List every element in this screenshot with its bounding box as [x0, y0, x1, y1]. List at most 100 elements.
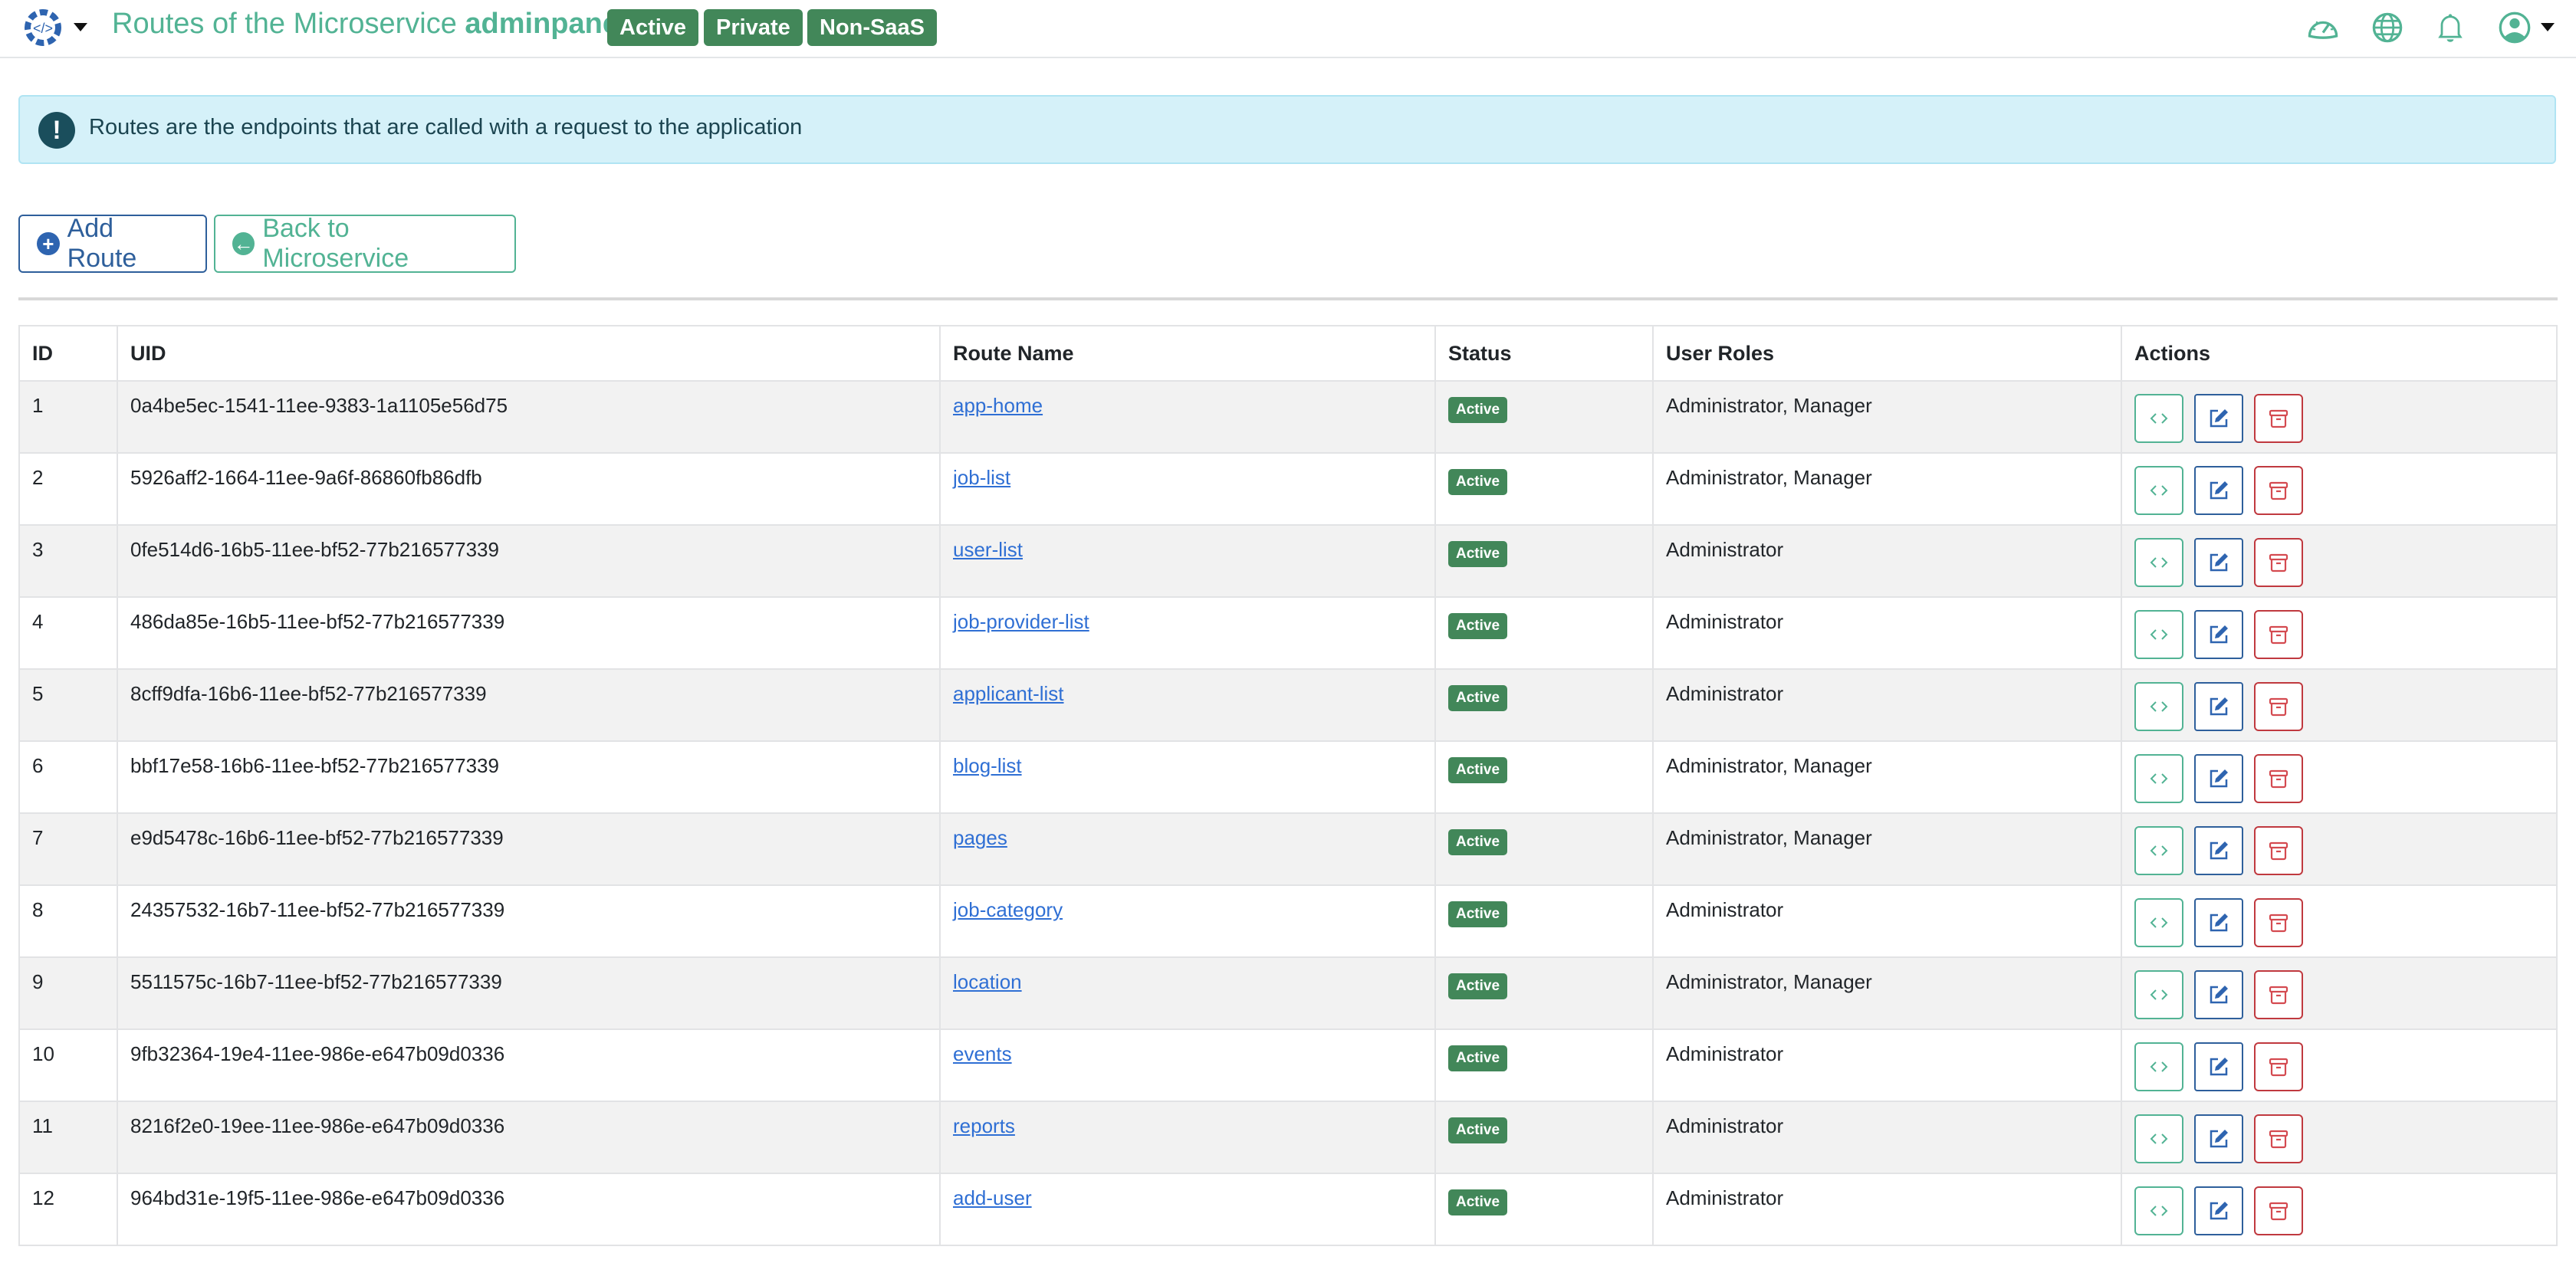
archive-button[interactable]	[2254, 1114, 2303, 1163]
route-name-link[interactable]: location	[953, 970, 1022, 993]
archive-button[interactable]	[2254, 970, 2303, 1019]
view-code-button[interactable]	[2134, 754, 2183, 803]
route-name-link[interactable]: applicant-list	[953, 682, 1064, 705]
cell-status: Active	[1434, 524, 1654, 598]
edit-icon	[2210, 697, 2228, 716]
view-code-button[interactable]	[2134, 394, 2183, 443]
globe-icon[interactable]	[2371, 11, 2404, 44]
view-code-button[interactable]	[2134, 826, 2183, 875]
code-icon	[2150, 413, 2168, 424]
edit-button[interactable]	[2194, 538, 2243, 587]
view-code-button[interactable]	[2134, 1114, 2183, 1163]
view-code-button[interactable]	[2134, 682, 2183, 731]
cell-id: 6	[18, 740, 118, 814]
column-header-route-name[interactable]: Route Name	[939, 325, 1436, 382]
edit-button[interactable]	[2194, 394, 2243, 443]
edit-button[interactable]	[2194, 466, 2243, 515]
cell-actions	[2121, 1028, 2558, 1102]
add-route-button[interactable]: + Add Route	[18, 214, 207, 273]
route-name-link[interactable]: events	[953, 1042, 1012, 1065]
edit-button[interactable]	[2194, 970, 2243, 1019]
view-code-button[interactable]	[2134, 1042, 2183, 1091]
route-name-link[interactable]: pages	[953, 826, 1007, 849]
user-avatar-icon[interactable]	[2498, 11, 2532, 44]
edit-button[interactable]	[2194, 1042, 2243, 1091]
route-name-link[interactable]: job-category	[953, 898, 1063, 921]
arrow-left-circle-icon: ←	[232, 232, 255, 255]
divider	[18, 297, 2558, 300]
archive-icon	[2269, 409, 2288, 428]
view-code-button[interactable]	[2134, 898, 2183, 947]
cell-actions	[2121, 452, 2558, 526]
code-icon	[2150, 1061, 2168, 1072]
column-header-status[interactable]: Status	[1434, 325, 1654, 382]
edit-button[interactable]	[2194, 826, 2243, 875]
plus-circle-icon: +	[37, 232, 60, 255]
archive-button[interactable]	[2254, 610, 2303, 659]
route-name-link[interactable]: reports	[953, 1114, 1015, 1137]
column-header-id[interactable]: ID	[18, 325, 118, 382]
page-title: Routes of the Microservice adminpanel	[112, 8, 627, 41]
route-name-link[interactable]: job-list	[953, 466, 1010, 489]
cell-actions	[2121, 740, 2558, 814]
route-name-link[interactable]: add-user	[953, 1186, 1032, 1209]
archive-button[interactable]	[2254, 1042, 2303, 1091]
column-header-user-roles[interactable]: User Roles	[1652, 325, 2122, 382]
edit-button[interactable]	[2194, 1186, 2243, 1235]
view-code-button[interactable]	[2134, 610, 2183, 659]
view-code-button[interactable]	[2134, 466, 2183, 515]
cell-id: 1	[18, 380, 118, 454]
cell-id: 9	[18, 956, 118, 1030]
cell-user-roles: Administrator	[1652, 596, 2122, 670]
code-gear-logo-icon[interactable]: </>	[20, 5, 66, 51]
dashboard-speedometer-icon[interactable]	[2306, 11, 2340, 44]
archive-button[interactable]	[2254, 466, 2303, 515]
microservice-name: adminpanel	[465, 8, 627, 40]
route-name-link[interactable]: job-provider-list	[953, 610, 1089, 633]
view-code-button[interactable]	[2134, 970, 2183, 1019]
bell-icon[interactable]	[2433, 11, 2467, 44]
cell-actions	[2121, 524, 2558, 598]
logo-dropdown-caret-icon[interactable]	[74, 23, 87, 31]
user-menu-caret-icon[interactable]	[2541, 23, 2555, 31]
archive-button[interactable]	[2254, 826, 2303, 875]
archive-icon	[2269, 553, 2288, 572]
cell-route-name: reports	[939, 1101, 1436, 1174]
archive-button[interactable]	[2254, 394, 2303, 443]
edit-button[interactable]	[2194, 610, 2243, 659]
status-badge: Active	[1448, 1117, 1508, 1143]
archive-button[interactable]	[2254, 898, 2303, 947]
route-name-link[interactable]: user-list	[953, 538, 1023, 561]
archive-icon	[2269, 1058, 2288, 1077]
cell-route-name: job-provider-list	[939, 596, 1436, 670]
cell-uid: 9fb32364-19e4-11ee-986e-e647b09d0336	[117, 1028, 941, 1102]
edit-icon	[2210, 1130, 2228, 1148]
column-header-uid[interactable]: UID	[117, 325, 941, 382]
archive-button[interactable]	[2254, 538, 2303, 587]
archive-button[interactable]	[2254, 682, 2303, 731]
route-name-link[interactable]: app-home	[953, 394, 1043, 417]
view-code-button[interactable]	[2134, 1186, 2183, 1235]
cell-status: Active	[1434, 956, 1654, 1030]
code-icon	[2150, 557, 2168, 568]
archive-button[interactable]	[2254, 1186, 2303, 1235]
cell-user-roles: Administrator	[1652, 524, 2122, 598]
edit-icon	[2210, 986, 2228, 1004]
edit-button[interactable]	[2194, 1114, 2243, 1163]
edit-icon	[2210, 914, 2228, 932]
table-row: 8 24357532-16b7-11ee-bf52-77b216577339 j…	[18, 884, 2558, 958]
table-row: 2 5926aff2-1664-11ee-9a6f-86860fb86dfb j…	[18, 452, 2558, 526]
view-code-button[interactable]	[2134, 538, 2183, 587]
status-badge-active: Active	[607, 9, 699, 46]
edit-icon	[2210, 1058, 2228, 1076]
back-to-microservice-button[interactable]: ← Back to Microservice	[214, 214, 516, 273]
table-row: 6 bbf17e58-16b6-11ee-bf52-77b216577339 b…	[18, 740, 2558, 814]
cell-status: Active	[1434, 740, 1654, 814]
archive-button[interactable]	[2254, 754, 2303, 803]
edit-button[interactable]	[2194, 754, 2243, 803]
route-name-link[interactable]: blog-list	[953, 754, 1022, 777]
cell-id: 2	[18, 452, 118, 526]
edit-button[interactable]	[2194, 682, 2243, 731]
edit-button[interactable]	[2194, 898, 2243, 947]
add-route-label: Add Route	[67, 214, 137, 273]
